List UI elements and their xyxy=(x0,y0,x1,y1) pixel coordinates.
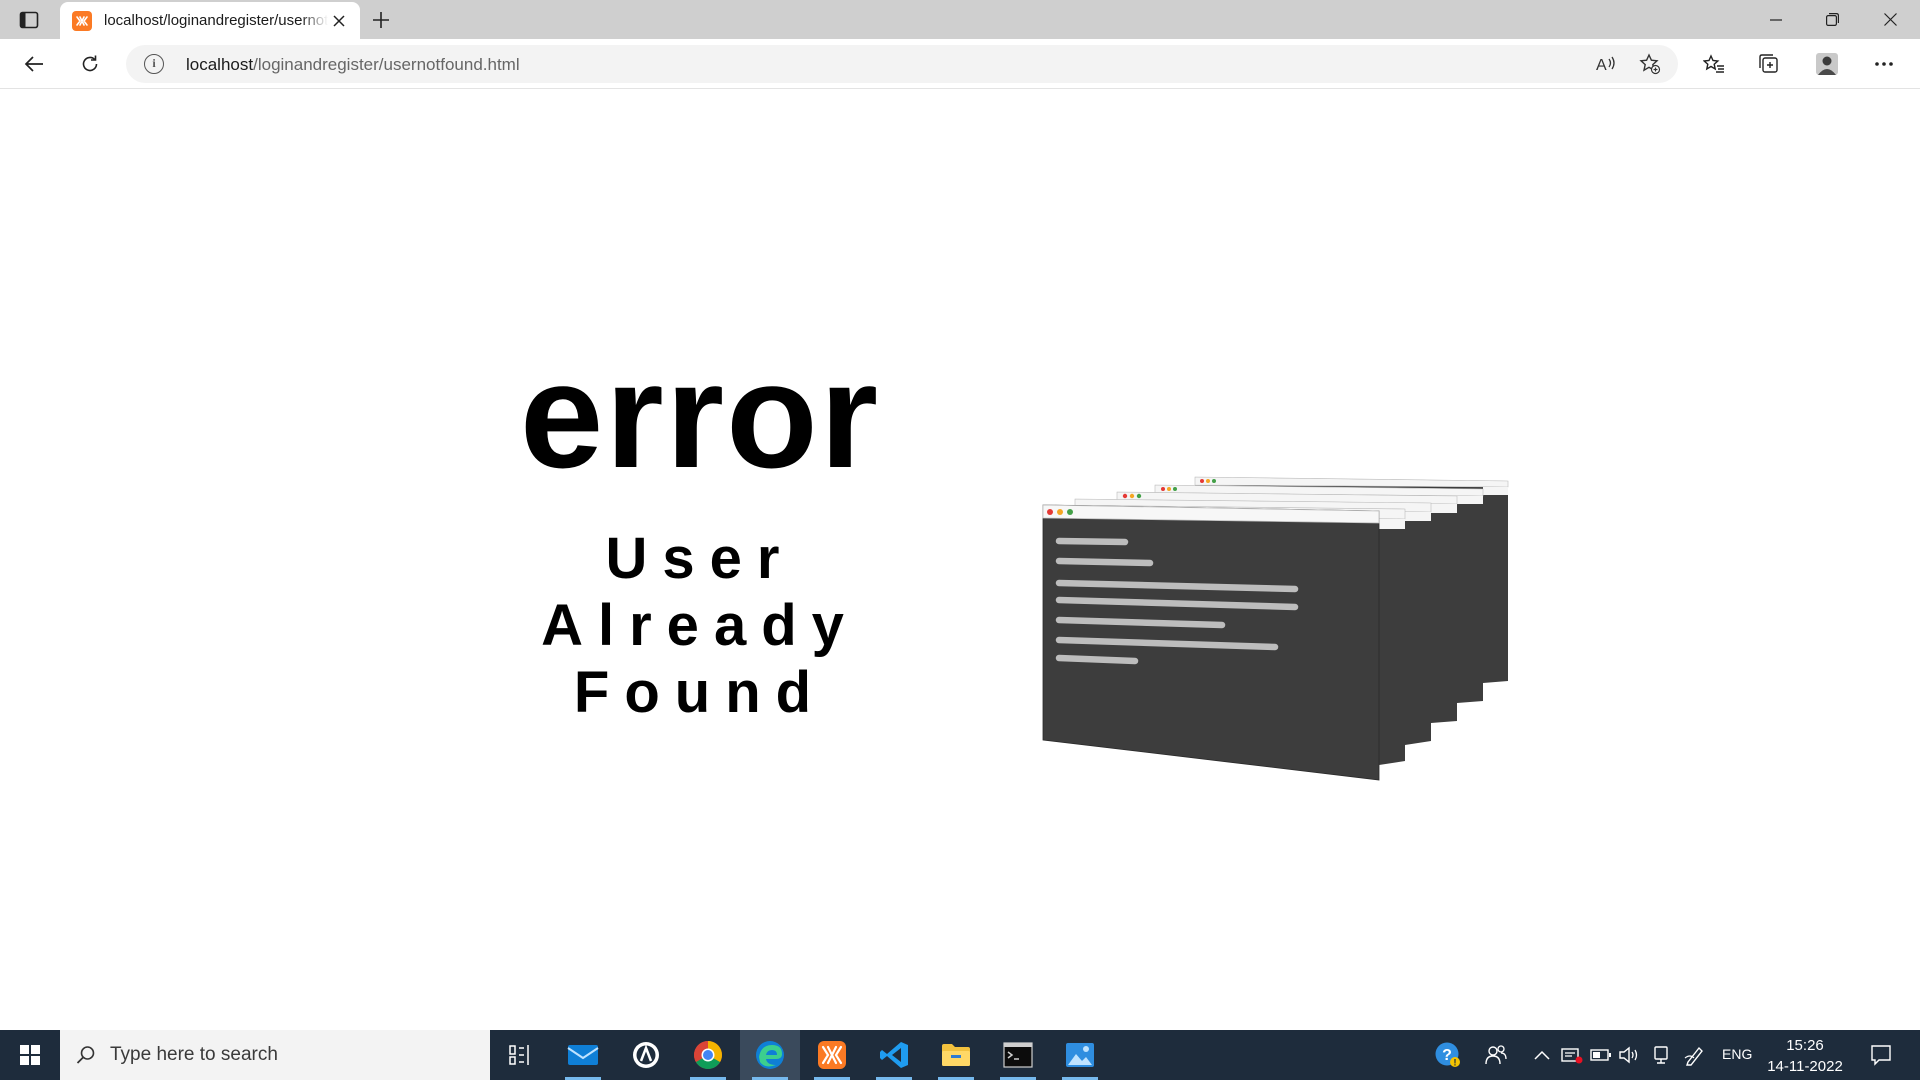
xampp-icon xyxy=(818,1041,846,1069)
volume-icon[interactable] xyxy=(1616,1030,1642,1080)
windows-logo-icon xyxy=(20,1045,40,1065)
tab-actions-icon[interactable] xyxy=(14,8,44,32)
minimize-button[interactable] xyxy=(1748,0,1804,39)
terminal-icon xyxy=(1003,1042,1033,1068)
profile-avatar[interactable] xyxy=(1810,48,1844,80)
vscode-icon xyxy=(880,1042,908,1068)
back-button[interactable] xyxy=(17,48,51,80)
edge-icon xyxy=(756,1041,784,1069)
app-circle-icon xyxy=(633,1042,659,1068)
refresh-button[interactable] xyxy=(73,48,107,80)
taskbar-photos[interactable] xyxy=(1050,1030,1110,1080)
taskbar-clock[interactable]: 15:26 14-11-2022 xyxy=(1760,1035,1850,1077)
address-path: /loginandregister/usernotfound.html xyxy=(253,55,520,74)
start-button[interactable] xyxy=(0,1030,60,1080)
collections-button[interactable] xyxy=(1752,48,1786,80)
error-message: User Already Found xyxy=(470,525,930,726)
task-view-icon xyxy=(509,1045,529,1065)
svg-text:!: ! xyxy=(1454,1058,1457,1068)
chrome-icon xyxy=(694,1041,722,1069)
taskbar-app[interactable] xyxy=(616,1030,676,1080)
error-message-line: User xyxy=(605,526,795,591)
browser-tab-active[interactable]: localhost/loginandregister/usernotfound.… xyxy=(60,2,360,39)
notification-center-icon[interactable] xyxy=(1856,1030,1906,1080)
taskbar-search-box[interactable]: Type here to search xyxy=(60,1030,490,1080)
settings-more-icon[interactable] xyxy=(1867,48,1901,80)
error-title: error xyxy=(519,331,881,499)
address-bar[interactable]: i localhost/loginandregister/usernotfoun… xyxy=(126,45,1678,83)
error-message-line: Already xyxy=(541,593,859,658)
clock-date: 14-11-2022 xyxy=(1767,1058,1843,1075)
battery-icon[interactable] xyxy=(1588,1030,1614,1080)
favorites-button[interactable] xyxy=(1697,48,1731,80)
address-host: localhost xyxy=(186,55,254,74)
network-icon[interactable] xyxy=(1648,1030,1674,1080)
people-tray-icon[interactable] xyxy=(1478,1030,1514,1080)
browser-tab-bar: localhost/loginandregister/usernotfound.… xyxy=(0,0,1920,39)
restore-button[interactable] xyxy=(1804,0,1860,39)
mail-icon xyxy=(567,1045,599,1065)
page-content: error User Already Found xyxy=(0,90,1920,1030)
close-window-button[interactable] xyxy=(1862,0,1918,39)
add-favorite-icon[interactable] xyxy=(1638,52,1662,76)
taskbar-edge[interactable] xyxy=(740,1030,800,1080)
taskbar-chrome[interactable] xyxy=(678,1030,738,1080)
browser-toolbar: i localhost/loginandregister/usernotfoun… xyxy=(0,39,1920,89)
stacked-windows-illustration xyxy=(1042,476,1509,781)
input-language[interactable]: ENG xyxy=(1722,1046,1752,1062)
taskbar-terminal[interactable] xyxy=(988,1030,1048,1080)
pen-workspace-icon[interactable] xyxy=(1680,1030,1710,1080)
read-aloud-icon[interactable]: A xyxy=(1594,52,1618,76)
clock-time: 15:26 xyxy=(1786,1037,1824,1054)
folder-icon xyxy=(942,1044,970,1066)
tab-close-icon[interactable] xyxy=(328,10,350,32)
site-info-icon[interactable]: i xyxy=(144,54,164,74)
meet-now-icon[interactable] xyxy=(1558,1030,1586,1080)
task-view-button[interactable] xyxy=(490,1030,550,1080)
taskbar-mail[interactable] xyxy=(553,1030,613,1080)
tab-title: localhost/loginandregister/usernotfound.… xyxy=(104,12,328,29)
address-url[interactable]: localhost/loginandregister/usernotfound.… xyxy=(186,55,520,75)
new-tab-button[interactable] xyxy=(368,7,394,33)
search-placeholder: Type here to search xyxy=(110,1044,278,1065)
help-tray-icon[interactable]: ?! xyxy=(1428,1030,1468,1080)
error-message-line: Found xyxy=(573,660,827,725)
taskbar-file-explorer[interactable] xyxy=(926,1030,986,1080)
photos-icon xyxy=(1066,1043,1094,1067)
svg-text:A: A xyxy=(1596,57,1607,74)
taskbar-vscode[interactable] xyxy=(864,1030,924,1080)
taskbar-xampp[interactable] xyxy=(802,1030,862,1080)
search-icon xyxy=(76,1046,95,1064)
show-hidden-icons-chevron-icon[interactable] xyxy=(1528,1030,1556,1080)
windows-taskbar: Type here to search ?! ENG 15:26 14-11-2… xyxy=(0,1030,1920,1080)
xampp-favicon-icon xyxy=(72,10,92,31)
front-window xyxy=(1042,504,1380,781)
